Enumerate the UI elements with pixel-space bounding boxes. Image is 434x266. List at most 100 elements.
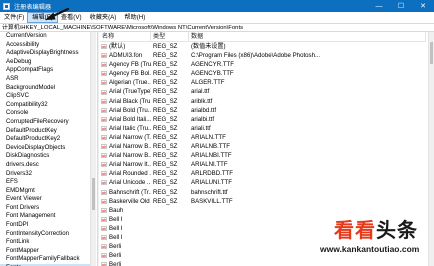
- value-row[interactable]: ab Arial Narrow B... REG_SZ ARIALNB.TTF: [100, 142, 426, 151]
- value-name-cell: ab Arial Narrow It...: [100, 160, 151, 169]
- tree-item[interactable]: Font Drivers: [0, 204, 96, 213]
- value-type: REG_SZ: [153, 88, 178, 96]
- value-type: REG_SZ: [153, 188, 178, 196]
- tree-item[interactable]: AdaptiveDisplayBrightness: [0, 49, 96, 58]
- value-row[interactable]: abBaskerville Old ...REG_SZ BASKVILL.TTF: [100, 197, 426, 206]
- value-name-cell: ab Berli: [100, 260, 151, 266]
- value-row[interactable]: ab Arial Black (Tru... REG_SZ ariblk.ttf: [100, 97, 426, 106]
- tree-item[interactable]: CurrentVersion: [0, 32, 96, 41]
- menu-file[interactable]: 文件(F): [0, 13, 28, 22]
- tree-item[interactable]: FontIntensityCorrection: [0, 230, 96, 239]
- menu-help[interactable]: 帮助(H): [120, 13, 149, 22]
- value-data: bahnschrift.ttf: [191, 188, 228, 196]
- value-name-cell: ab Arial Narrow (T...: [100, 133, 151, 142]
- column-header-type[interactable]: 类型: [151, 32, 189, 41]
- window-controls: — ☐ ✕: [368, 0, 434, 12]
- value-type: [151, 260, 189, 266]
- string-value-icon: ab: [101, 162, 107, 168]
- tree-item[interactable]: ClipSVC: [0, 92, 96, 101]
- value-name-cell: ab Bell I: [100, 215, 151, 224]
- tree-item[interactable]: FontLink: [0, 238, 96, 247]
- value-row[interactable]: ab Arial Bold (Tru... REG_SZ arialbd.ttf: [100, 106, 426, 115]
- value-row[interactable]: ab ADMUI3.fon REG_SZ C:\Program Files (x86)…: [100, 51, 426, 60]
- value-row[interactable]: ab Arial Narrow (T... REG_SZ ARIALN.TTF: [100, 133, 426, 142]
- value-data: ARLRDBD.TTF: [191, 170, 233, 178]
- tree-item[interactable]: DefaultProductKey2: [0, 135, 96, 144]
- close-button[interactable]: ✕: [412, 0, 434, 12]
- tree-item[interactable]: EMDMgmt: [0, 187, 96, 196]
- title-bar[interactable]: 注册表编辑器 — ☐ ✕: [0, 0, 434, 12]
- tree-item[interactable]: DeviceDisplayObjects: [0, 144, 96, 153]
- watermark: 看看头条 www.kankantoutiao.com: [320, 214, 430, 262]
- value-name-cell: ab Berli: [100, 242, 151, 251]
- tree-item[interactable]: ASR: [0, 75, 96, 84]
- value-data: AGENCYB.TTF: [191, 70, 234, 78]
- value-name: Arial Unicode ...: [109, 179, 151, 187]
- list-scrollbar-thumb[interactable]: [430, 42, 433, 64]
- tree-item[interactable]: DefaultProductKey: [0, 127, 96, 136]
- menu-favorites[interactable]: 收藏夹(A): [86, 13, 121, 22]
- string-value-icon: ab: [101, 225, 107, 231]
- maximize-button[interactable]: ☐: [390, 0, 412, 12]
- tree-item[interactable]: CorruptedFileRecovery: [0, 118, 96, 127]
- tree-item[interactable]: AppCompatFlags: [0, 66, 96, 75]
- value-type: [151, 206, 189, 215]
- tree-item[interactable]: EFS: [0, 178, 96, 187]
- value-type: REG_SZ: [153, 197, 178, 205]
- value-row[interactable]: ab Agency FB Bol... REG_SZ AGENCYB.TTF: [100, 69, 426, 78]
- value-type: REG_SZ: [153, 179, 178, 187]
- tree-item[interactable]: FontMapper: [0, 247, 96, 256]
- value-row[interactable]: abAgency FB (True...REG_SZ AGENCYR.TTF: [100, 60, 426, 69]
- value-data: arialbi.ttf: [191, 115, 215, 123]
- tree-item[interactable]: drivers.desc: [0, 161, 96, 170]
- tree-item[interactable]: Compatibility32: [0, 101, 96, 110]
- tree-item[interactable]: Console: [0, 109, 96, 118]
- value-type: REG_SZ: [153, 43, 178, 50]
- menu-bar: 文件(F) 编辑(E) 查看(V) 收藏夹(A) 帮助(H): [0, 12, 434, 23]
- value-row[interactable]: ab Arial Unicode ... REG_SZ ARIALUNI.TTF: [100, 178, 426, 187]
- value-type: REG_SZ: [153, 143, 178, 151]
- value-name-cell: abAgency FB (True...: [100, 60, 151, 69]
- value-data: ARIALN.TTF: [191, 133, 226, 141]
- value-data: ARIALNI.TTF: [191, 161, 228, 169]
- value-data: ALGER.TTF: [191, 79, 225, 87]
- tree-item[interactable]: BackgroundModel: [0, 84, 96, 93]
- value-row[interactable]: ab Bahnschrift (Tr... REG_SZ bahnschrift.tt…: [100, 188, 426, 197]
- string-value-icon: ab: [101, 144, 107, 150]
- menu-edit[interactable]: 编辑(E): [27, 12, 58, 23]
- value-row[interactable]: ab Arial (TrueType) REG_SZ arial.ttf: [100, 87, 426, 96]
- value-type: REG_SZ: [153, 97, 178, 105]
- value-name: Arial Narrow (T...: [109, 133, 151, 141]
- tree-item[interactable]: AeDebug: [0, 58, 96, 67]
- tree-item[interactable]: Event Viewer: [0, 195, 96, 204]
- value-row[interactable]: ab Arial Narrow B... REG_SZ ARIALNBI.TTF: [100, 151, 426, 160]
- tree-item[interactable]: FontMapperFamilyFallback: [0, 255, 96, 264]
- registry-key-tree[interactable]: CurrentVersion Accessibility AdaptiveDispl…: [0, 32, 96, 266]
- minimize-button[interactable]: —: [368, 0, 390, 12]
- string-value-icon: ab: [101, 189, 107, 195]
- value-name: Arial Bold Itali...: [109, 115, 151, 123]
- value-row[interactable]: ab Algerian (True... REG_SZ ALGER.TTF: [100, 78, 426, 87]
- tree-item[interactable]: Accessibility: [0, 41, 96, 50]
- tree-item[interactable]: Font Management: [0, 212, 96, 221]
- pane-splitter[interactable]: [97, 32, 99, 266]
- menu-view[interactable]: 查看(V): [57, 13, 86, 22]
- value-row[interactable]: ab Arial Bold Itali... REG_SZ arialbi.ttf: [100, 115, 426, 124]
- address-bar[interactable]: 计算机\HKEY_LOCAL_MACHINE\SOFTWARE\Microsof…: [0, 23, 434, 32]
- value-type: [151, 251, 189, 260]
- tree-scrollbar-thumb[interactable]: [92, 178, 95, 210]
- tree-item[interactable]: DiskDiagnostics: [0, 152, 96, 161]
- column-header-data[interactable]: 数据: [189, 32, 426, 41]
- tree-scrollbar[interactable]: [90, 32, 96, 266]
- value-row[interactable]: ab Arial Narrow It... REG_SZ ARIALNI.TTF: [100, 160, 426, 169]
- value-row[interactable]: ab Arial Italic (Tru... REG_SZ ariali.ttf: [100, 124, 426, 133]
- tree-item[interactable]: Drivers32: [0, 170, 96, 179]
- value-name: Algerian (True...: [109, 79, 151, 87]
- value-row[interactable]: ab Arial Rounded ... REG_SZ ARLRDBD.TTF: [100, 169, 426, 178]
- value-row[interactable]: ab (默认) REG_SZ (数值未设置): [100, 42, 426, 51]
- column-header-name[interactable]: 名称: [100, 32, 151, 41]
- tree-item[interactable]: FontDPI: [0, 221, 96, 230]
- value-name-cell: ab Arial Bold (Tru...: [100, 106, 151, 115]
- string-value-icon: ab: [101, 180, 107, 186]
- value-name: Arial Narrow It...: [109, 161, 151, 169]
